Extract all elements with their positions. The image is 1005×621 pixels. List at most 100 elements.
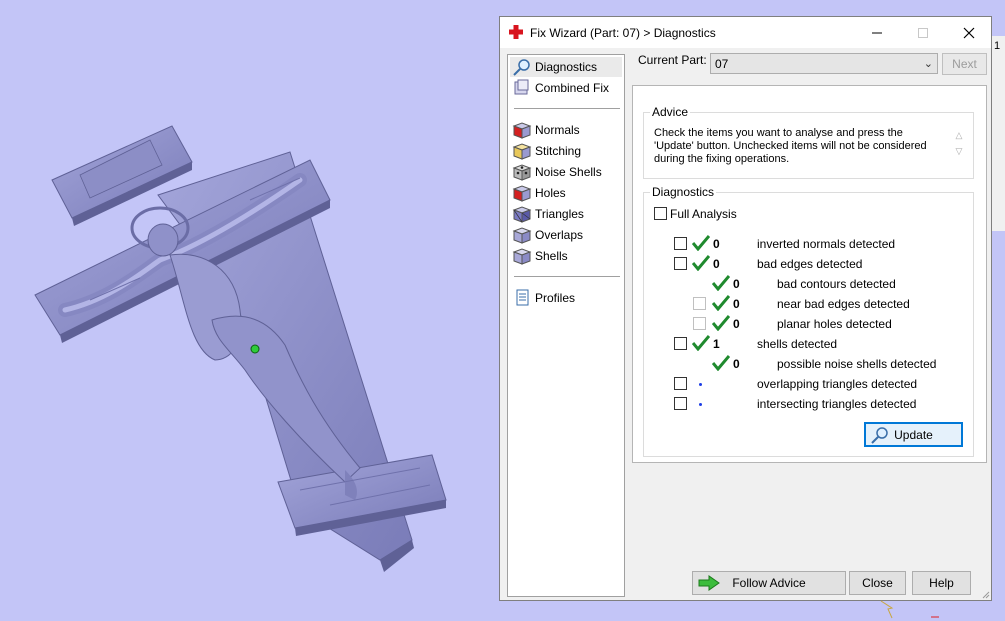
green-arrow-icon bbox=[698, 575, 720, 591]
side-label: 1 bbox=[994, 40, 1001, 52]
diagnostics-panel: Advice Check the items you want to analy… bbox=[632, 85, 987, 463]
diagnostics-group: Diagnostics Full Analysis 0 inverted nor… bbox=[643, 185, 974, 457]
wizard-nav: Diagnostics Combined Fix Normals Stitchi… bbox=[507, 54, 625, 597]
follow-advice-label: Follow Advice bbox=[732, 576, 806, 590]
normals-cube-icon bbox=[512, 122, 532, 139]
title-bar[interactable]: Fix Wizard (Part: 07) > Diagnostics bbox=[500, 17, 991, 48]
shells-checkbox[interactable] bbox=[674, 337, 687, 350]
diagnostics-legend: Diagnostics bbox=[650, 185, 717, 199]
minimize-button[interactable] bbox=[854, 17, 900, 48]
triangles-cube-icon bbox=[512, 206, 532, 223]
shells-count: 1 bbox=[713, 337, 720, 351]
nav-label: Noise Shells bbox=[535, 165, 602, 179]
3d-viewport[interactable] bbox=[0, 0, 500, 621]
nav-separator bbox=[514, 108, 620, 109]
check-icon bbox=[712, 275, 730, 291]
current-part-label: Current Part: bbox=[638, 53, 707, 67]
fix-wizard-dialog: Fix Wizard (Part: 07) > Diagnostics Diag… bbox=[499, 16, 992, 601]
current-part-value: 07 bbox=[715, 57, 729, 71]
planar-holes-count: 0 bbox=[733, 317, 740, 331]
stitching-cube-icon bbox=[512, 143, 532, 160]
combined-fix-icon bbox=[514, 79, 529, 95]
mouse-cursor-icon bbox=[880, 600, 894, 619]
not-analysed-dot-icon bbox=[699, 403, 702, 406]
crucifix-model bbox=[34, 125, 447, 572]
window-title: Fix Wizard (Part: 07) > Diagnostics bbox=[530, 26, 716, 40]
inverted-normals-count: 0 bbox=[713, 237, 720, 251]
check-icon bbox=[692, 235, 710, 251]
intersecting-triangles-checkbox[interactable] bbox=[674, 397, 687, 410]
nav-item-stitching[interactable]: Stitching bbox=[510, 141, 622, 161]
bad-edges-checkbox[interactable] bbox=[674, 257, 687, 270]
planar-holes-label: planar holes detected bbox=[777, 317, 892, 331]
maximize-button[interactable] bbox=[900, 17, 946, 48]
magnifier-icon bbox=[513, 59, 530, 76]
nav-label: Triangles bbox=[535, 207, 584, 221]
bad-contours-label: bad contours detected bbox=[777, 277, 896, 291]
red-axis-marker-icon bbox=[931, 616, 939, 618]
nav-label: Overlaps bbox=[535, 228, 584, 242]
noise-shells-count: 0 bbox=[733, 357, 740, 371]
nav-item-shells[interactable]: Shells bbox=[510, 246, 622, 266]
nav-label: Profiles bbox=[535, 291, 576, 305]
chevron-down-icon: ⌄ bbox=[923, 58, 933, 70]
noise-shells-label: possible noise shells detected bbox=[777, 357, 937, 371]
nav-label: Diagnostics bbox=[535, 60, 598, 74]
nav-item-noise-shells[interactable]: Noise Shells bbox=[510, 162, 622, 182]
close-window-button[interactable] bbox=[946, 17, 992, 48]
advice-scrollbar[interactable]: △ ▽ bbox=[953, 127, 965, 167]
next-button[interactable]: Next bbox=[942, 53, 987, 75]
nav-item-diagnostics[interactable]: Diagnostics bbox=[510, 57, 622, 77]
red-cross-icon bbox=[509, 25, 523, 39]
check-icon bbox=[712, 355, 730, 371]
nav-item-overlaps[interactable]: Overlaps bbox=[510, 225, 622, 245]
profiles-document-icon bbox=[516, 289, 529, 306]
nav-item-profiles[interactable]: Profiles bbox=[510, 288, 622, 308]
nav-item-normals[interactable]: Normals bbox=[510, 120, 622, 140]
inverted-normals-checkbox[interactable] bbox=[674, 237, 687, 250]
scroll-up-icon: △ bbox=[955, 130, 963, 140]
magnifier-icon bbox=[871, 427, 888, 444]
minimize-icon bbox=[872, 32, 882, 33]
advice-legend: Advice bbox=[650, 105, 691, 119]
bad-contours-count: 0 bbox=[733, 277, 740, 291]
check-icon bbox=[712, 295, 730, 311]
shells-cube-icon bbox=[512, 248, 532, 265]
close-button[interactable]: Close bbox=[849, 571, 906, 595]
nav-item-holes[interactable]: Holes bbox=[510, 183, 622, 203]
overlapping-triangles-label: overlapping triangles detected bbox=[757, 377, 918, 391]
nav-separator bbox=[514, 276, 620, 277]
overlapping-triangles-checkbox[interactable] bbox=[674, 377, 687, 390]
advice-text: Check the items you want to analyse and … bbox=[654, 127, 927, 165]
full-analysis-label: Full Analysis bbox=[670, 207, 737, 221]
update-button[interactable]: Update bbox=[864, 422, 963, 447]
help-button[interactable]: Help bbox=[912, 571, 971, 595]
near-bad-edges-count: 0 bbox=[733, 297, 740, 311]
resize-grip-icon[interactable] bbox=[980, 589, 990, 599]
check-icon bbox=[712, 315, 730, 331]
nav-label: Normals bbox=[535, 123, 580, 137]
close-icon bbox=[963, 27, 975, 38]
background-window-edge: 1 bbox=[990, 36, 1005, 231]
planar-holes-checkbox[interactable] bbox=[693, 317, 706, 330]
full-analysis-checkbox[interactable] bbox=[654, 207, 667, 220]
check-icon bbox=[692, 255, 710, 271]
nav-label: Stitching bbox=[535, 144, 582, 158]
noise-shells-cube-icon bbox=[512, 164, 532, 181]
nav-label: Shells bbox=[535, 249, 568, 263]
shells-label: shells detected bbox=[757, 337, 838, 351]
inverted-normals-label: inverted normals detected bbox=[757, 237, 896, 251]
update-label: Update bbox=[894, 427, 933, 442]
overlaps-cube-icon bbox=[512, 227, 532, 244]
near-bad-edges-checkbox[interactable] bbox=[693, 297, 706, 310]
scroll-down-icon: ▽ bbox=[955, 146, 963, 156]
nav-label: Holes bbox=[535, 186, 566, 200]
current-part-select[interactable]: 07 ⌄ bbox=[710, 53, 938, 74]
bad-edges-label: bad edges detected bbox=[757, 257, 863, 271]
check-icon bbox=[692, 335, 710, 351]
nav-item-triangles[interactable]: Triangles bbox=[510, 204, 622, 224]
near-bad-edges-label: near bad edges detected bbox=[777, 297, 910, 311]
follow-advice-button[interactable]: Follow Advice bbox=[692, 571, 846, 595]
maximize-icon bbox=[918, 27, 928, 38]
nav-item-combined-fix[interactable]: Combined Fix bbox=[510, 78, 622, 98]
